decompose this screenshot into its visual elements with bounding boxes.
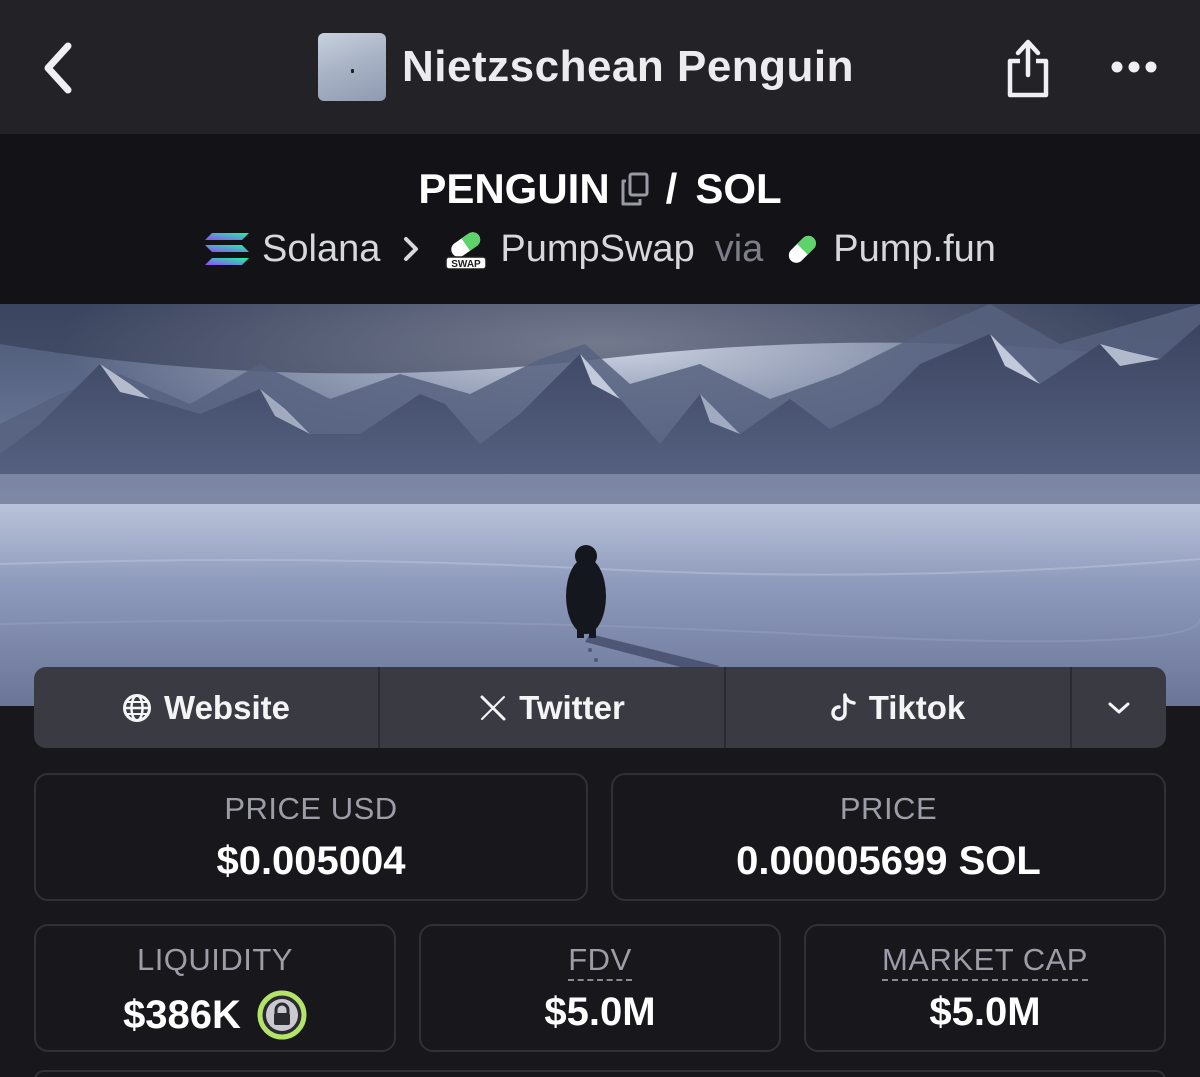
- quote-symbol: SOL: [695, 165, 782, 212]
- tiktok-link-button[interactable]: Tiktok: [726, 667, 1072, 748]
- pair-symbol-row: PENGUIN / SOL: [0, 164, 1200, 214]
- liquidity-value: $386K: [123, 992, 241, 1037]
- social-links-bar: Website Twitter Tiktok: [34, 667, 1166, 748]
- back-button[interactable]: [30, 36, 86, 100]
- chain-name[interactable]: Solana: [262, 228, 380, 271]
- liquidity-lock-icon[interactable]: [257, 990, 307, 1040]
- copy-address-button[interactable]: [620, 172, 650, 206]
- twitter-link-label: Twitter: [519, 688, 625, 726]
- price-usd-label: PRICE USD: [224, 791, 398, 826]
- swap-badge-text: SWAP: [452, 259, 482, 270]
- fdv-card: FDV $5.0M: [419, 924, 781, 1052]
- page-title: Nietzschean Penguin: [402, 42, 855, 91]
- website-link-label: Website: [164, 688, 290, 726]
- base-symbol: PENGUIN: [418, 165, 610, 212]
- tiktok-icon: [830, 692, 857, 723]
- share-icon: [1007, 39, 1049, 98]
- x-icon: [479, 694, 507, 722]
- share-button[interactable]: [998, 34, 1058, 100]
- tiktok-link-label: Tiktok: [868, 688, 966, 726]
- chevron-down-icon: [1108, 702, 1130, 713]
- top-nav-bar: Nietzschean Penguin: [0, 0, 1200, 134]
- token-banner-image: [0, 304, 1200, 706]
- more-links-toggle[interactable]: [1072, 667, 1166, 748]
- pair-separator: /: [665, 165, 678, 212]
- chevron-right-icon: [402, 235, 420, 263]
- pair-header: PENGUIN / SOL Solana SWAP PumpSwap via P…: [0, 134, 1200, 304]
- token-avatar: [318, 33, 386, 101]
- pumpswap-logo-icon: SWAP: [444, 227, 488, 271]
- price-native-label: PRICE: [839, 791, 938, 826]
- via-label: via: [714, 227, 764, 270]
- liquidity-card: LIQUIDITY $386K: [34, 924, 396, 1052]
- more-dots-icon: [1111, 61, 1157, 73]
- launchpad-name[interactable]: Pump.fun: [833, 228, 996, 271]
- next-card-edge: [34, 1070, 1166, 1077]
- more-options-button[interactable]: [1104, 44, 1164, 90]
- token-title: Nietzschean Penguin: [318, 33, 854, 101]
- liquidity-label: LIQUIDITY: [136, 942, 294, 977]
- chain-dex-row: Solana SWAP PumpSwap via Pump.fun: [0, 222, 1200, 276]
- twitter-link-button[interactable]: Twitter: [380, 667, 726, 748]
- globe-icon: [122, 693, 152, 723]
- market-cap-card: MARKET CAP $5.0M: [804, 924, 1166, 1052]
- market-cap-value: $5.0M: [929, 990, 1041, 1034]
- dex-name[interactable]: PumpSwap: [500, 228, 694, 271]
- pumpfun-logo-icon: [783, 230, 821, 268]
- liquidity-value-row: $386K: [36, 990, 394, 1040]
- fdv-label[interactable]: FDV: [421, 942, 779, 981]
- copy-icon: [621, 172, 649, 206]
- solana-logo-icon: [204, 231, 250, 267]
- price-usd-value: $0.005004: [216, 839, 406, 883]
- fdv-value: $5.0M: [544, 990, 656, 1034]
- price-native-card: PRICE 0.00005699 SOL: [611, 773, 1166, 901]
- chevron-left-icon: [44, 42, 72, 94]
- website-link-button[interactable]: Website: [34, 667, 380, 748]
- fdv-label-text: FDV: [568, 942, 632, 981]
- market-cap-label[interactable]: MARKET CAP: [806, 942, 1164, 981]
- price-usd-card: PRICE USD $0.005004: [34, 773, 588, 901]
- price-native-value: 0.00005699 SOL: [736, 839, 1041, 883]
- market-cap-label-text: MARKET CAP: [882, 942, 1088, 981]
